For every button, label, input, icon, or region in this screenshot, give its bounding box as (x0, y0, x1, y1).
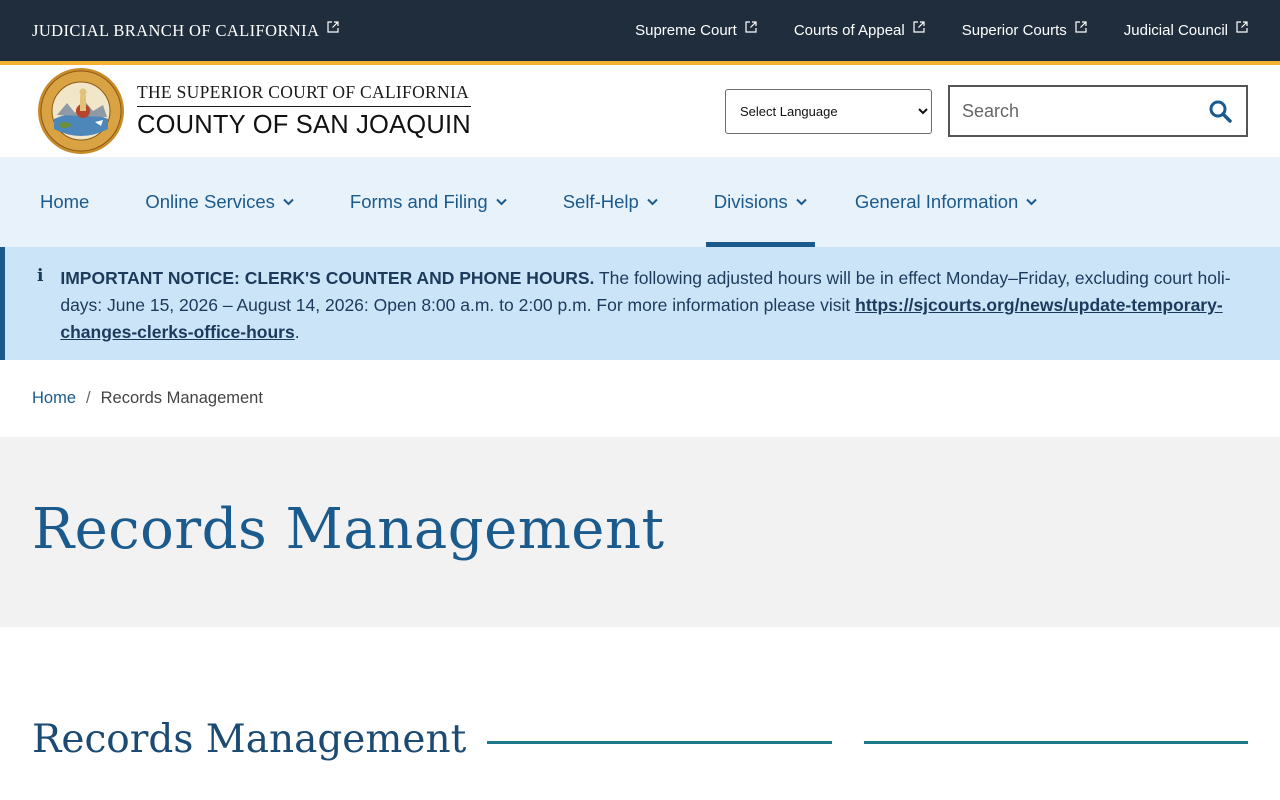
chevron-down-icon (1026, 198, 1038, 206)
superior-courts-link[interactable]: Superior Courts (961, 20, 1087, 39)
info-icon: i (37, 266, 44, 286)
search-button[interactable] (1206, 97, 1234, 125)
section-divider-right (864, 741, 1248, 744)
nav-item-forms-and-filing[interactable]: Forms and Filing (342, 157, 515, 247)
chevron-down-icon (495, 198, 507, 206)
court-name: THE SUPERIOR COURT OF CALIFORNIA COUNTY … (137, 82, 471, 140)
nav-item-label: Online Services (145, 191, 275, 212)
site-logo-link[interactable]: THE SUPERIOR COURT OF CALIFORNIA COUNTY … (37, 67, 471, 155)
page-title: Records Management (32, 496, 665, 562)
judicial-branch-label: JUDICIAL BRANCH OF CALIFORNIA (32, 20, 320, 40)
main-navigation: Home Online Services Forms and Filing Se… (0, 157, 1280, 247)
page-hero: Records Management (0, 437, 1280, 627)
content-section: Records Management (0, 627, 1280, 800)
notice-text: IMPORTANT NOTICE: CLERK'S COUNTER AND PH… (60, 265, 1240, 360)
external-link-icon (745, 20, 757, 33)
chevron-down-icon (283, 198, 294, 206)
nav-item-label: Divisions (713, 191, 788, 212)
court-seal-icon (38, 68, 124, 154)
important-notice-banner: i IMPORTANT NOTICE: CLERK'S COUNTER AND … (0, 247, 1280, 360)
supreme-court-label: Supreme Court (635, 22, 737, 39)
chevron-down-icon (796, 198, 807, 206)
language-select[interactable]: Select Language (725, 88, 932, 134)
court-name-line1: THE SUPERIOR COURT OF CALIFORNIA (137, 82, 471, 107)
search-icon (1209, 100, 1232, 123)
superior-courts-label: Superior Courts (961, 22, 1067, 39)
supreme-court-link[interactable]: Supreme Court (635, 20, 757, 39)
top-utility-bar: JUDICIAL BRANCH OF CALIFORNIA Supreme Co… (0, 0, 1280, 61)
search-box (948, 85, 1248, 137)
nav-item-divisions[interactable]: Divisions (705, 157, 815, 247)
judicial-branch-link[interactable]: JUDICIAL BRANCH OF CALIFORNIA (32, 21, 339, 41)
section-heading: Records Management (32, 717, 467, 762)
nav-item-home[interactable]: Home (32, 157, 97, 247)
judicial-council-link[interactable]: Judicial Council (1123, 20, 1248, 39)
external-link-icon (327, 20, 339, 33)
external-link-icon (1236, 20, 1248, 33)
external-link-icon (913, 20, 925, 33)
site-header: THE SUPERIOR COURT OF CALIFORNIA COUNTY … (0, 65, 1280, 157)
breadcrumb: Home / Records Management (0, 360, 1280, 437)
nav-item-label: General Information (854, 191, 1019, 212)
courts-of-appeal-label: Courts of Appeal (793, 22, 905, 39)
court-links: Supreme Court Courts of Appeal Superior … (598, 20, 1248, 39)
nav-item-label: Forms and Filing (349, 191, 488, 212)
breadcrumb-current: Records Management (100, 389, 263, 407)
external-link-icon (1075, 20, 1087, 33)
header-tools: Select Language (725, 85, 1248, 137)
breadcrumb-home-link[interactable]: Home (32, 389, 76, 408)
notice-heading: IMPORTANT NOTICE: CLERK'S COUNTER AND PH… (60, 268, 595, 288)
nav-item-label: Self-Help (562, 191, 639, 212)
nav-item-online-services[interactable]: Online Services (137, 157, 302, 247)
judicial-council-label: Judicial Council (1123, 22, 1228, 39)
search-input[interactable] (962, 100, 1206, 122)
nav-item-label: Home (40, 191, 90, 212)
nav-item-general-information[interactable]: General Information (847, 157, 1046, 247)
breadcrumb-separator: / (86, 389, 91, 407)
courts-of-appeal-link[interactable]: Courts of Appeal (793, 20, 925, 39)
chevron-down-icon (647, 198, 658, 206)
nav-item-self-help[interactable]: Self-Help (555, 157, 666, 247)
court-name-line2: COUNTY OF SAN JOAQUIN (137, 111, 471, 139)
section-divider-left (487, 741, 832, 744)
notice-end: . (294, 322, 300, 342)
